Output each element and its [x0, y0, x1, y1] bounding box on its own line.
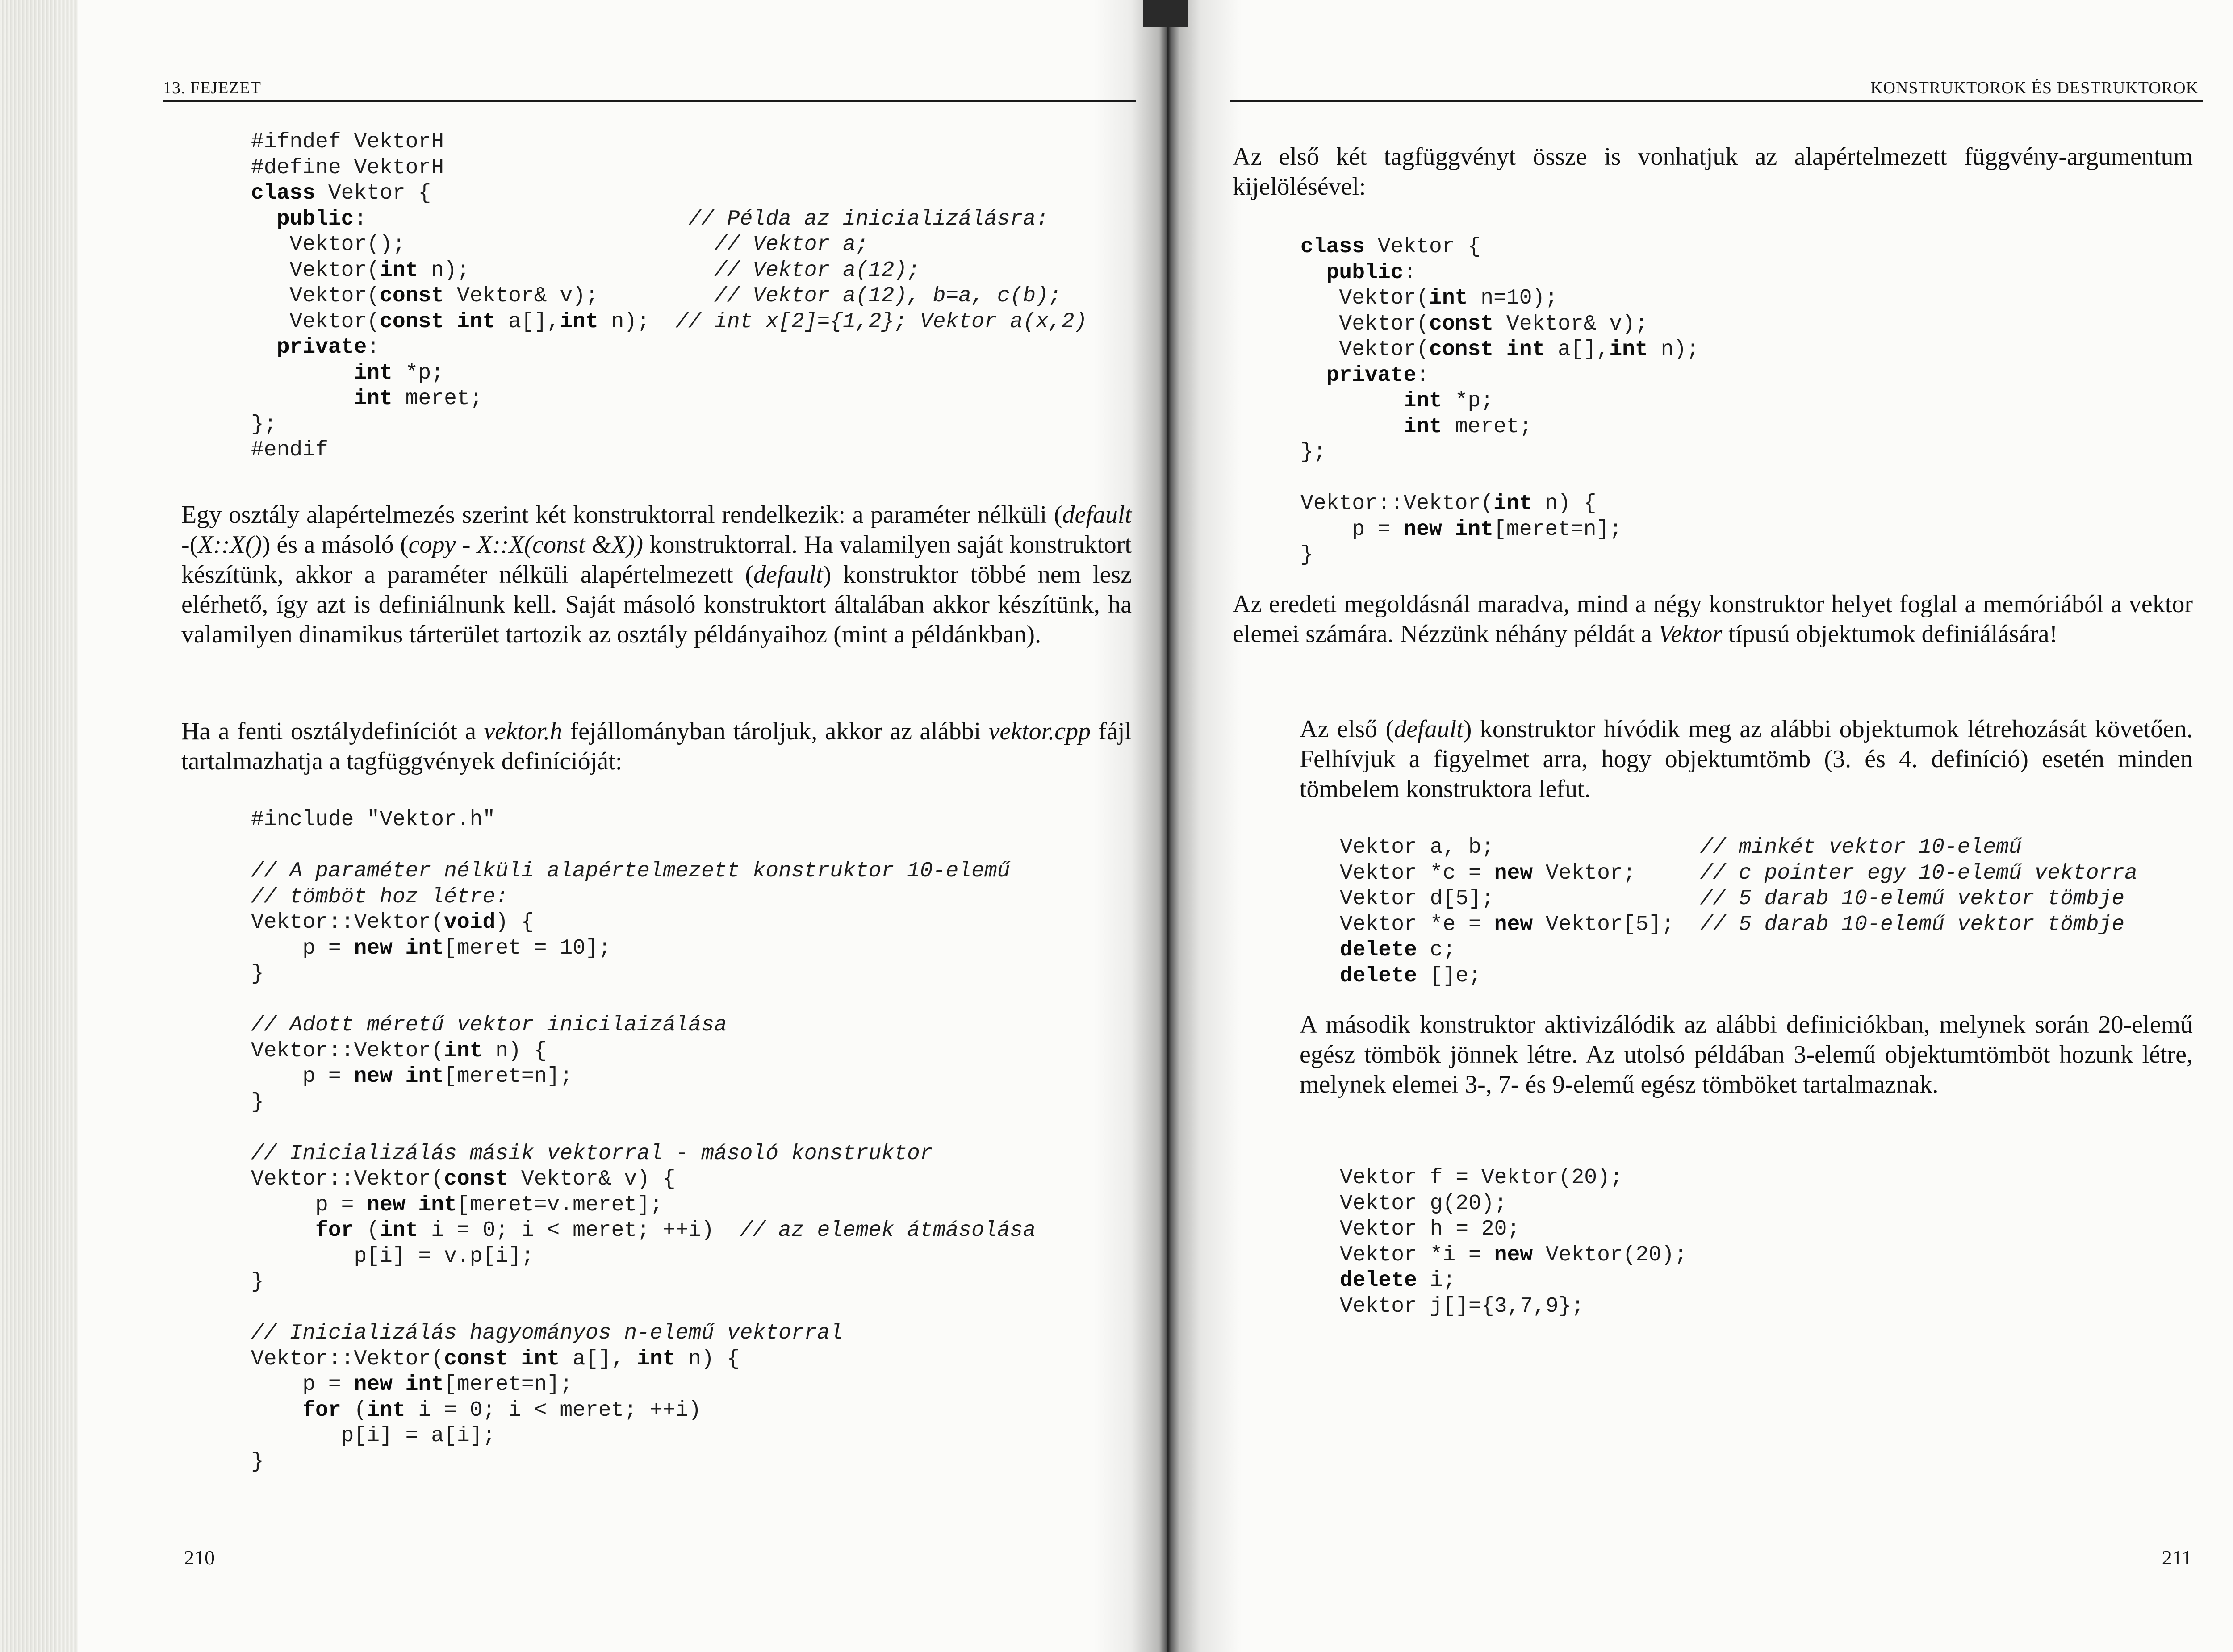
code-block-implementation: #include "Vektor.h" // A paraméter nélkü…: [251, 808, 1036, 1474]
paragraph-vektor-files: Ha a fenti osztálydefiníciót a vektor.h …: [181, 718, 1132, 775]
right-page: KONSTRUKTOROK ÉS DESTRUKTOROK Az első ké…: [1143, 0, 2233, 1652]
header-rule-left: [163, 100, 1136, 102]
paragraph-default-constructor: Az első (default) konstruktor hívódik me…: [1300, 715, 2193, 803]
header-rule-right: [1230, 100, 2203, 102]
code-block-default-examples: Vektor a, b; // minkét vektor 10-elemű V…: [1340, 835, 2137, 988]
paragraph-constructors: Egy osztály alapértelmezés szerint két k…: [181, 501, 1132, 648]
left-page: 13. FEJEZET #ifndef VektorH #define Vekt…: [0, 0, 1143, 1652]
page-number-left: 210: [184, 1546, 215, 1569]
paragraph-second-constructor: A második konstruktor aktivizálódik az a…: [1300, 1011, 2193, 1098]
code-block-int-examples: Vektor f = Vektor(20); Vektor g(20); Vek…: [1340, 1166, 1687, 1318]
book-spread: 13. FEJEZET #ifndef VektorH #define Vekt…: [0, 0, 2233, 1652]
paragraph-memory-allocation: Az eredeti megoldásnál maradva, mind a n…: [1233, 590, 2193, 648]
running-head-left: 13. FEJEZET: [163, 79, 261, 97]
page-number-right: 211: [2162, 1546, 2192, 1569]
paragraph-merge-functions: Az első két tagfüggvényt össze is vonhat…: [1233, 143, 2193, 200]
running-head-right: KONSTRUKTOROK ÉS DESTRUKTOROK: [1870, 79, 2199, 97]
code-block-header: #ifndef VektorH #define VektorH class Ve…: [251, 130, 1087, 462]
code-block-merged-class: class Vektor { public: Vektor(int n=10);…: [1300, 235, 1699, 567]
